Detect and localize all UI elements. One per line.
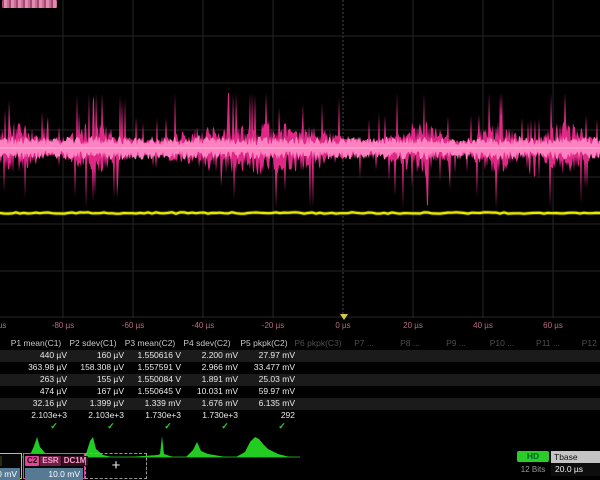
c2-channel-tag: C2 xyxy=(25,456,39,466)
c1-descriptor-box[interactable]: C1 DC1M 10.0 mV xyxy=(0,453,22,479)
measure-value: 1.730e+3 xyxy=(176,410,238,420)
measure-value: 33.477 mV xyxy=(233,362,295,372)
trigger-position-marker[interactable] xyxy=(340,314,348,320)
measure-header-inactive[interactable]: P7 ... xyxy=(354,338,374,348)
measure-value: 1.676 mV xyxy=(176,398,238,408)
add-trace-button[interactable]: + xyxy=(85,453,147,479)
measure-header-p4[interactable]: P4 sdev(C2) xyxy=(176,338,238,348)
c2-scale: 10.0 mV xyxy=(25,468,83,480)
measure-value: 2.103e+3 xyxy=(62,410,124,420)
measure-value: 158.308 µV xyxy=(62,362,124,372)
measure-header-inactive[interactable]: P9 ... xyxy=(446,338,466,348)
oscilloscope-screen: -100 µs -80 µs -60 µs -40 µs -20 µs 0 µs 20 µs… xyxy=(0,0,600,480)
measure-value: 2.200 mV xyxy=(176,350,238,360)
measure-value: 1.550645 V xyxy=(119,386,181,396)
timebase-label: Tbase xyxy=(551,451,600,463)
measure-value: 32.16 µV xyxy=(5,398,67,408)
timebase-descriptor-box[interactable]: Tbase 20.0 µs xyxy=(551,451,600,478)
measure-value: 263 µV xyxy=(5,374,67,384)
measure-value: 167 µV xyxy=(62,386,124,396)
measure-header-p3[interactable]: P3 mean(C2) xyxy=(119,338,181,348)
measure-header-inactive[interactable]: P10 ... xyxy=(490,338,515,348)
measure-value: 10.031 mV xyxy=(176,386,238,396)
time-axis-label: 60 µs xyxy=(543,321,563,330)
time-axis-label: 40 µs xyxy=(473,321,493,330)
measure-value: 1.550084 V xyxy=(119,374,181,384)
c2-esr-tag: ESR xyxy=(40,456,60,466)
measure-value: 27.97 mV xyxy=(233,350,295,360)
measure-header-inactive[interactable]: P6 pkpk(C3) xyxy=(294,338,341,348)
measure-header-inactive[interactable]: P8 ... xyxy=(400,338,420,348)
time-axis-label: -100 µs xyxy=(0,321,6,330)
cropped-pink-label xyxy=(2,0,57,8)
measure-header-p1[interactable]: P1 mean(C1) xyxy=(5,338,67,348)
measure-value: 1.399 µV xyxy=(62,398,124,408)
time-axis-label: 0 µs xyxy=(335,321,350,330)
measure-value: 6.135 mV xyxy=(233,398,295,408)
measure-header-p2[interactable]: P2 sdev(C1) xyxy=(62,338,124,348)
measure-value: 292 xyxy=(233,410,295,420)
c1-coupling-tag: DC1M xyxy=(0,456,2,466)
histicon-p4[interactable] xyxy=(186,442,226,457)
waveform-grid xyxy=(0,0,600,318)
measure-value: 1.550616 V xyxy=(119,350,181,360)
hd-mode-badge[interactable]: HD xyxy=(517,451,549,462)
measure-value: 1.339 mV xyxy=(119,398,181,408)
hd-bits-label: 12 Bits xyxy=(514,465,552,474)
measure-value: 1.730e+3 xyxy=(119,410,181,420)
measure-header-inactive[interactable]: P11 ... xyxy=(536,338,560,348)
measure-value: 2.103e+3 xyxy=(5,410,67,420)
time-axis-label: -80 µs xyxy=(52,321,74,330)
measure-value: 59.97 mV xyxy=(233,386,295,396)
measure-value: 1.891 mV xyxy=(176,374,238,384)
measure-value: 2.966 mV xyxy=(176,362,238,372)
measure-value: 440 µV xyxy=(5,350,67,360)
c2-descriptor-box[interactable]: C2 ESR DC1M 10.0 mV xyxy=(23,453,85,479)
measure-value: 25.03 mV xyxy=(233,374,295,384)
time-axis-label: -40 µs xyxy=(192,321,214,330)
measure-header-inactive[interactable]: P12 ... xyxy=(582,338,600,348)
measure-value: 474 µV xyxy=(5,386,67,396)
measure-value: 363.98 µV xyxy=(5,362,67,372)
timebase-value: 20.0 µs xyxy=(551,463,600,476)
histicon-p5[interactable] xyxy=(236,437,290,457)
measure-value: 1.557591 V xyxy=(119,362,181,372)
time-axis-label: -60 µs xyxy=(122,321,144,330)
measure-value: 155 µV xyxy=(62,374,124,384)
measure-value: 160 µV xyxy=(62,350,124,360)
time-axis-label: 20 µs xyxy=(403,321,423,330)
time-axis-label: -20 µs xyxy=(262,321,284,330)
c1-scale: 10.0 mV xyxy=(0,468,20,480)
measure-header-p5[interactable]: P5 pkpk(C2) xyxy=(233,338,295,348)
